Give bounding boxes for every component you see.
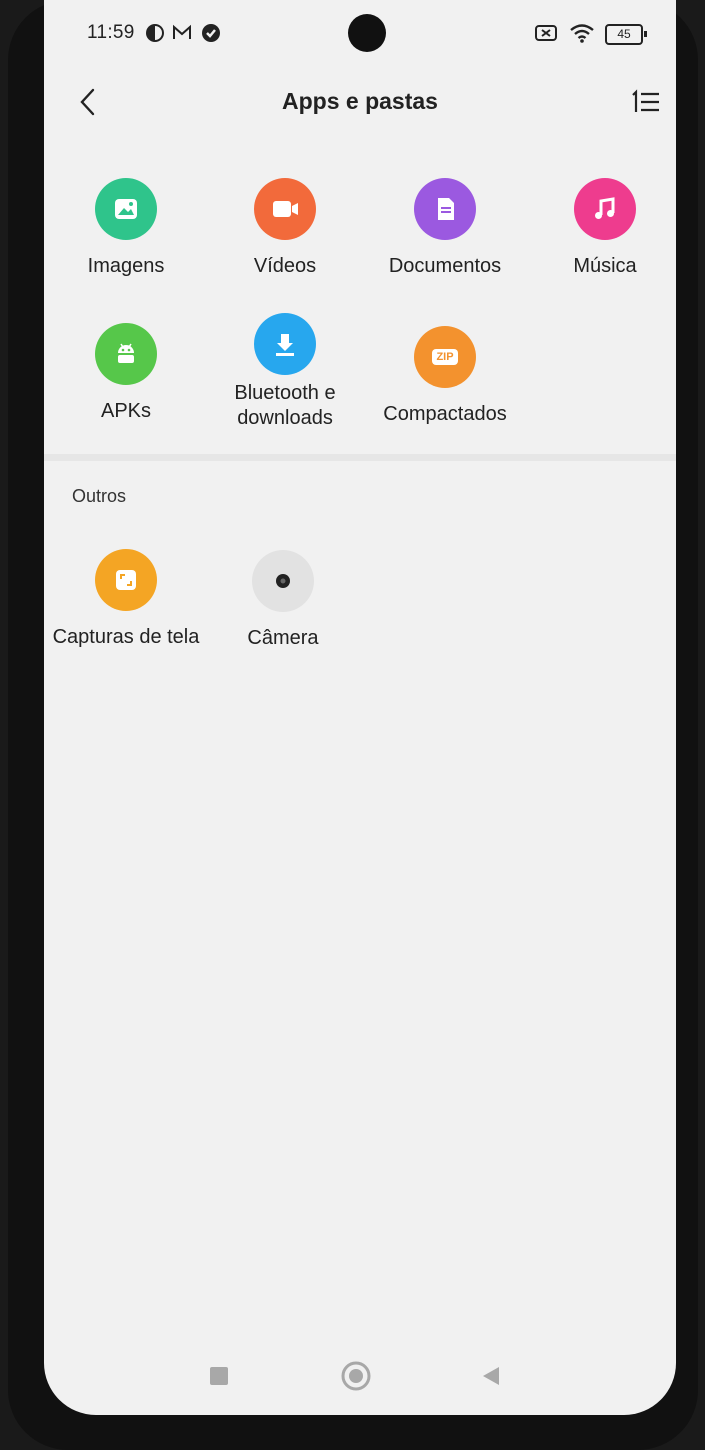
phone-frame: 11:59 45 Apps e pastas Imagens Vídeos Do…: [8, 0, 698, 1450]
category-label: Imagens: [87, 255, 165, 277]
category-videos[interactable]: Vídeos: [206, 178, 364, 279]
category-imagens[interactable]: Imagens: [47, 178, 205, 279]
document-icon: [414, 178, 476, 240]
screen: 11:59 45 Apps e pastas Imagens Vídeos Do…: [44, 0, 676, 1415]
category-label: Música: [573, 255, 637, 277]
category-label: Bluetooth e downloads: [234, 382, 336, 429]
front-camera: [348, 14, 386, 52]
category-bluetooth-downloads[interactable]: Bluetooth e downloads: [206, 313, 364, 431]
folder-capturas-de-tela[interactable]: Capturas de tela: [47, 549, 205, 650]
folder-camera[interactable]: Câmera: [204, 550, 362, 651]
folder-label: Capturas de tela: [52, 626, 200, 648]
section-divider: [44, 454, 676, 461]
video-icon: [254, 178, 316, 240]
navigation-bar: [44, 1355, 676, 1395]
zip-badge: ZIP: [432, 349, 458, 365]
home-circle-icon[interactable]: [340, 1360, 372, 1392]
battery-indicator: 45: [605, 24, 643, 45]
category-musica[interactable]: Música: [526, 178, 676, 279]
category-compactados[interactable]: ZIP Compactados: [366, 326, 524, 427]
category-apks[interactable]: APKs: [47, 323, 205, 424]
android-icon: [95, 323, 157, 385]
category-label: Vídeos: [253, 255, 317, 277]
image-icon: [95, 178, 157, 240]
back-triangle-icon[interactable]: [480, 1365, 502, 1387]
no-sim-icon: [535, 25, 557, 41]
header: Apps e pastas: [44, 80, 676, 124]
sort-icon[interactable]: [628, 86, 662, 118]
recents-square-icon[interactable]: [209, 1366, 229, 1386]
contrast-icon: [146, 24, 164, 42]
battery-tip: [644, 31, 647, 37]
status-bar: 11:59 45: [44, 0, 676, 68]
zip-icon: ZIP: [414, 326, 476, 388]
mail-icon: [173, 24, 191, 39]
wifi-icon: [570, 24, 594, 43]
status-time: 11:59: [87, 22, 135, 43]
category-label: Compactados: [383, 403, 507, 425]
category-documentos[interactable]: Documentos: [366, 178, 524, 279]
download-icon: [254, 313, 316, 375]
section-title-outros: Outros: [72, 486, 127, 506]
screenshot-icon: [95, 549, 157, 611]
page-title: Apps e pastas: [282, 88, 438, 114]
folder-label: Câmera: [247, 627, 319, 649]
camera-icon: [252, 550, 314, 612]
category-label: Documentos: [388, 255, 502, 277]
check-badge-icon: [202, 24, 220, 42]
category-label: APKs: [100, 400, 152, 422]
music-icon: [574, 178, 636, 240]
